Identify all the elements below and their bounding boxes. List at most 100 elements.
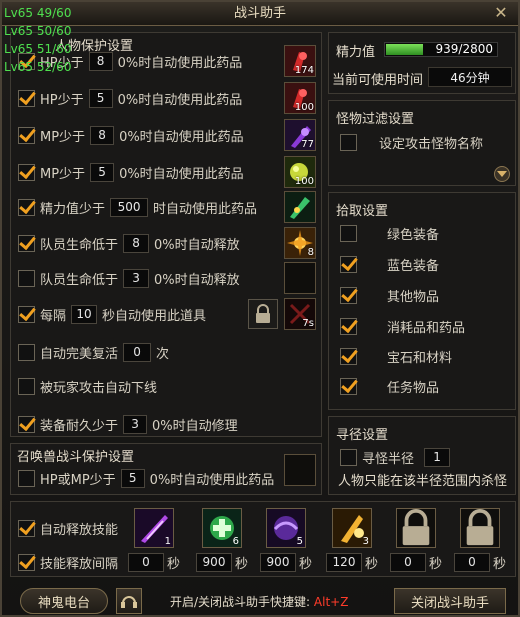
revive-checkbox[interactable]: [18, 343, 35, 361]
protect-row-value-input[interactable]: 8: [88, 51, 113, 71]
protect-row-checkbox[interactable]: [18, 126, 35, 144]
protect-row-checkbox[interactable]: [18, 163, 35, 181]
skill-count: 5: [296, 536, 303, 547]
close-assistant-label: 关闭战斗助手: [410, 595, 489, 611]
protect-item-slot[interactable]: 100: [284, 156, 316, 188]
close-icon[interactable]: ✕: [492, 4, 510, 22]
pickup-checkbox[interactable]: [340, 286, 357, 304]
hotkey-text: 开启/关闭战斗助手快捷键:: [170, 595, 311, 609]
protect-row-suffix: 0%时自动使用此药品: [119, 166, 244, 182]
protect-row: MP少于 8 0%时自动使用此药品: [18, 123, 244, 147]
protect-row-label: 队员生命低于: [40, 272, 119, 288]
skill-count: 3: [362, 536, 369, 547]
time-value: 46分钟: [428, 67, 512, 87]
protect-row: 精力值少于 500 时自动使用此药品: [18, 195, 257, 219]
title-bar[interactable]: 战斗助手 ✕: [2, 2, 518, 26]
monster-filter-checkbox[interactable]: [340, 133, 357, 151]
protect-item-slot[interactable]: 77: [284, 119, 316, 151]
item-lock-button[interactable]: [248, 299, 278, 329]
protect-item-slot[interactable]: 174: [284, 45, 316, 77]
item-count: 8: [307, 247, 314, 258]
protect-item-slot[interactable]: [284, 262, 316, 294]
revive-count-input[interactable]: 0: [123, 342, 152, 362]
protect-row-checkbox[interactable]: [18, 89, 35, 107]
lock-icon: [466, 509, 494, 546]
hotkey-value: Alt+Z: [313, 595, 349, 609]
pet-checkbox[interactable]: [18, 469, 35, 487]
pet-potion-slot[interactable]: [284, 454, 316, 486]
protect-row-checkbox[interactable]: [18, 234, 35, 252]
protect-row-value-input[interactable]: 8: [123, 233, 150, 253]
skill-interval-row: 技能释放间隔: [18, 550, 118, 574]
protect-row-value-input[interactable]: 500: [110, 197, 149, 217]
window-title: 战斗助手: [233, 6, 286, 21]
skill-slot[interactable]: 5: [266, 508, 306, 548]
pickup-title: 拾取设置: [336, 204, 389, 219]
skill-interval-unit: 秒: [493, 556, 507, 572]
protect-item-slot[interactable]: 8: [284, 227, 316, 259]
pet-row: HP或MP少于 5 0%时自动使用此药品: [18, 466, 274, 490]
close-assistant-button[interactable]: 关闭战斗助手: [394, 588, 506, 614]
path-radius-checkbox[interactable]: [340, 448, 357, 466]
pickup-row: 绿色装备: [340, 221, 439, 245]
pickup-checkbox[interactable]: [340, 224, 357, 242]
chevron-down-icon[interactable]: [494, 166, 510, 182]
monster-filter-title: 怪物过滤设置: [336, 112, 415, 127]
auto-skill-checkbox[interactable]: [18, 519, 35, 537]
path-radius-input[interactable]: 1: [424, 447, 451, 467]
skill-slot[interactable]: [460, 508, 500, 548]
pickup-checkbox[interactable]: [340, 377, 357, 395]
path-title: 寻径设置: [336, 428, 389, 443]
skill-interval-input[interactable]: 0: [128, 552, 164, 572]
protect-row-value-input[interactable]: 5: [90, 162, 115, 182]
skill-interval-input[interactable]: 0: [390, 552, 426, 572]
skill-slot[interactable]: 1: [134, 508, 174, 548]
protect-item-slot[interactable]: 100: [284, 82, 316, 114]
pickup-label: 其他物品: [387, 289, 440, 305]
repair-checkbox[interactable]: [18, 415, 35, 433]
skill-interval-input[interactable]: 120: [326, 552, 362, 572]
pickup-checkbox[interactable]: [340, 255, 357, 273]
protect-row-value-input[interactable]: 5: [88, 88, 113, 108]
energy-label: 精力值: [336, 45, 376, 60]
pet-value-input[interactable]: 5: [120, 468, 145, 488]
skill-interval-checkbox[interactable]: [18, 553, 35, 571]
protect-item-slot[interactable]: [284, 191, 316, 223]
pickup-checkbox[interactable]: [340, 347, 357, 365]
protect-item-slot[interactable]: 7s: [284, 298, 316, 330]
skill-interval-input[interactable]: 900: [260, 552, 296, 572]
protect-row-value-input[interactable]: 3: [123, 268, 150, 288]
skill-slot[interactable]: 3: [332, 508, 372, 548]
skill-slot[interactable]: 6: [202, 508, 242, 548]
logout-checkbox[interactable]: [18, 377, 35, 395]
repair-value-input[interactable]: 3: [123, 414, 148, 434]
item-count: 77: [301, 139, 314, 150]
protect-row-label: MP少于: [40, 129, 86, 145]
skill-slot[interactable]: [396, 508, 436, 548]
skill-interval-unit: 秒: [429, 556, 443, 572]
pickup-label: 消耗品和药品: [387, 320, 466, 336]
protect-row-value-input[interactable]: 8: [90, 125, 115, 145]
logout-row: 被玩家攻击自动下线: [18, 374, 157, 398]
protect-row-checkbox[interactable]: [18, 305, 35, 323]
headphone-button[interactable]: [116, 588, 142, 614]
item-count: 100: [294, 176, 314, 187]
energy-bar-fill: [386, 44, 423, 55]
protect-row-suffix: 0%时自动使用此药品: [119, 129, 244, 145]
protect-row: 队员生命低于 3 0%时自动释放: [18, 266, 240, 290]
skill-interval-input[interactable]: 900: [196, 552, 232, 572]
pickup-label: 任务物品: [387, 380, 440, 396]
pickup-label: 蓝色装备: [387, 258, 440, 274]
protect-row-label: 队员生命低于: [40, 237, 119, 253]
level-log-line: Lv65 51/60: [4, 42, 72, 56]
protect-row-value-input[interactable]: 10: [71, 304, 98, 324]
level-log-line: Lv65 50/60: [4, 24, 72, 38]
protect-row-checkbox[interactable]: [18, 269, 35, 287]
level-log-line: Lv65 52/60: [4, 60, 72, 74]
skill-interval-input[interactable]: 0: [454, 552, 490, 572]
protect-row-checkbox[interactable]: [18, 198, 35, 216]
pickup-checkbox[interactable]: [340, 317, 357, 335]
monster-filter-label: 设定攻击怪物名称: [379, 136, 484, 152]
radio-button[interactable]: 神鬼电台: [20, 588, 108, 614]
pickup-label: 绿色装备: [387, 227, 440, 243]
